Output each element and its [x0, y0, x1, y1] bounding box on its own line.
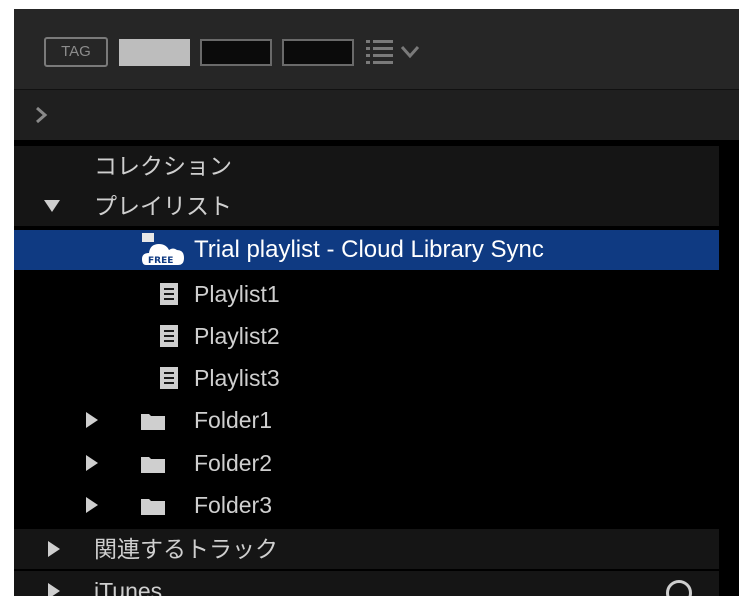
collapsed-triangle-icon[interactable] [86, 497, 98, 513]
tree-item-playlists[interactable]: プレイリスト [14, 186, 719, 226]
tree-item-label: Playlist3 [194, 365, 280, 391]
playlist-icon [160, 367, 178, 389]
tree-item-label: コレクション [94, 153, 232, 179]
tree-item-label: プレイリスト [94, 193, 232, 219]
svg-text:FREE: FREE [148, 256, 173, 266]
tree-item-folder[interactable]: Folder3 [14, 485, 719, 525]
list-view-icon[interactable] [366, 37, 396, 65]
tree-item-label: 関連するトラック [94, 536, 278, 562]
tree-item-trial-playlist[interactable]: FREE Trial playlist - Cloud Library Sync [14, 230, 719, 270]
collapsed-triangle-icon[interactable] [86, 455, 98, 471]
tree-item-collection[interactable]: コレクション [14, 146, 719, 186]
tree-item-label: Folder1 [194, 407, 272, 433]
filter-bar [14, 90, 739, 140]
playlist-icon [160, 283, 178, 305]
toolbar: TAG [14, 9, 739, 90]
color-swatch-3[interactable] [282, 39, 354, 66]
chevron-right-icon[interactable] [34, 105, 48, 125]
tree-item-label: Folder2 [194, 450, 272, 476]
tree-item-label: Playlist1 [194, 281, 280, 307]
collapsed-triangle-icon[interactable] [48, 583, 60, 596]
tree-item-label: iTunes [94, 578, 163, 596]
collapsed-triangle-icon[interactable] [86, 412, 98, 428]
color-swatch-2[interactable] [200, 39, 272, 66]
tree-item-playlist[interactable]: Playlist1 [14, 274, 719, 314]
tag-button[interactable]: TAG [44, 37, 108, 67]
tree-item-folder[interactable]: Folder2 [14, 443, 719, 483]
playlist-icon [160, 325, 178, 347]
tree-item-itunes[interactable]: iTunes [14, 571, 719, 596]
browser-panel: TAG コレクション プレイリスト FREE Trial playlist - … [14, 9, 739, 596]
chevron-down-icon[interactable] [400, 45, 420, 59]
folder-icon [141, 414, 165, 430]
tree-item-related-tracks[interactable]: 関連するトラック [14, 529, 719, 569]
tree-item-label: Playlist2 [194, 323, 280, 349]
tree-item-playlist[interactable]: Playlist3 [14, 358, 719, 398]
color-swatch-1[interactable] [119, 39, 190, 66]
tree-item-label: Trial playlist - Cloud Library Sync [194, 236, 544, 263]
collapsed-triangle-icon[interactable] [48, 541, 60, 557]
expanded-triangle-icon[interactable] [44, 200, 60, 212]
folder-icon [141, 457, 165, 473]
tree-item-playlist[interactable]: Playlist2 [14, 316, 719, 356]
tree-item-label: Folder3 [194, 492, 272, 518]
folder-icon [141, 499, 165, 515]
cloud-free-icon: FREE [142, 233, 184, 266]
tree-item-folder[interactable]: Folder1 [14, 400, 719, 440]
